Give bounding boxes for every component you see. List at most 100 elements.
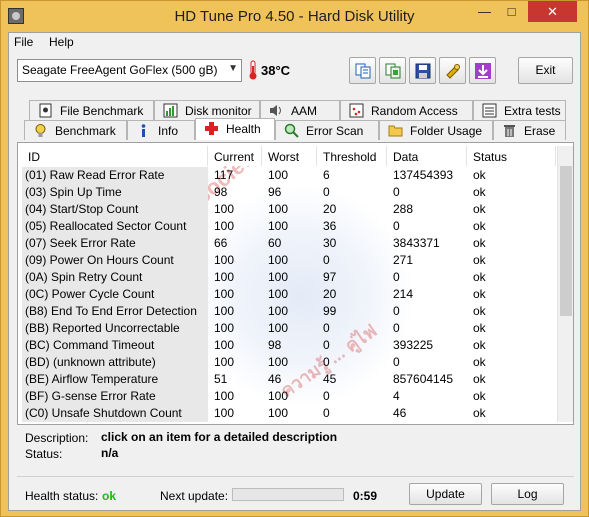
copy-info-button[interactable] [349, 57, 376, 84]
close-button[interactable]: ✕ [528, 1, 577, 22]
scrollbar-thumb[interactable] [560, 166, 572, 316]
table-row[interactable]: (05) Reallocated Sector Count 100 100 36 0 ok [22, 218, 556, 235]
trash-icon [504, 125, 515, 137]
worst-cell: 100 [268, 253, 289, 267]
tab-extra-tests[interactable]: Extra tests [473, 100, 566, 120]
update-button[interactable]: Update [409, 483, 482, 505]
threshold-cell: 36 [323, 219, 337, 233]
menu-file[interactable]: File [14, 35, 33, 49]
copy-screenshot-button[interactable] [379, 57, 406, 84]
table-row[interactable]: (BD) (unknown attribute) 100 100 0 0 ok [22, 354, 556, 371]
table-row[interactable]: (BE) Airflow Temperature 51 46 45 857604145 o… [22, 371, 556, 388]
description-value: click on an item for a detailed descript… [101, 430, 338, 444]
table-row[interactable]: (0A) Spin Retry Count 100 100 97 0 ok [22, 269, 556, 286]
table-row[interactable]: (03) Spin Up Time 98 96 0 0 ok [22, 184, 556, 201]
tab-health[interactable]: Health [195, 118, 275, 140]
drive-select[interactable]: Seagate FreeAgent GoFlex (500 gB) ▼ [17, 59, 242, 82]
worst-cell: 100 [268, 270, 289, 284]
title-bar[interactable]: HD Tune Pro 4.50 - Hard Disk Utility — □… [1, 1, 588, 32]
benchmark-icon [35, 124, 46, 137]
tab-error-scan[interactable]: Error Scan [275, 120, 379, 140]
status-cell: ok [473, 168, 486, 182]
drive-select-value: Seagate FreeAgent GoFlex (500 gB) [22, 63, 218, 77]
table-row[interactable]: (BB) Reported Uncorrectable Errors 100 100… [22, 320, 556, 349]
threshold-cell: 0 [323, 406, 330, 420]
tab-info[interactable]: Info [127, 120, 195, 140]
description-label: Description: [25, 431, 89, 445]
next-update-label: Next update: [160, 489, 229, 503]
chevron-down-icon: ▼ [228, 63, 238, 74]
smart-table[interactable]: Sat Society ความรู้ ... คู่ไฟ ID Current… [22, 146, 556, 422]
data-cell: 271 [393, 253, 414, 267]
tab-folder-usage[interactable]: Folder Usage [379, 120, 493, 140]
table-row[interactable]: (B8) End To End Error Detection 100 100 99 0… [22, 303, 556, 320]
table-row[interactable]: (07) Seek Error Rate 66 60 30 3843371 ok [22, 235, 556, 252]
status-cell: ok [473, 270, 486, 284]
current-cell: 100 [214, 304, 235, 318]
tab-disk-monitor[interactable]: Disk monitor [154, 100, 260, 120]
data-cell: 46 [393, 406, 407, 420]
magnifier-icon [284, 123, 299, 138]
status-label: Status: [25, 447, 63, 461]
current-cell: 100 [214, 253, 235, 267]
current-cell: 100 [214, 406, 235, 420]
client-area: File Help Seagate FreeAgent GoFlex (500 … [8, 32, 581, 511]
download-button[interactable] [469, 57, 496, 84]
current-cell: 100 [214, 321, 235, 335]
table-row[interactable]: (BC) Command Timeout 100 98 0 393225 ok [22, 337, 556, 354]
exit-button[interactable]: Exit [518, 57, 573, 84]
maximize-button[interactable]: □ [498, 1, 525, 22]
current-cell: 100 [214, 355, 235, 369]
current-cell: 100 [214, 202, 235, 216]
data-cell: 0 [393, 355, 400, 369]
options-button[interactable] [439, 57, 466, 84]
tab-benchmark[interactable]: Benchmark [24, 120, 127, 140]
attribute-id-cell: (BD) (unknown attribute) [22, 354, 208, 371]
current-cell: 100 [214, 287, 235, 301]
copy-info-icon [355, 63, 371, 79]
save-button[interactable] [409, 57, 436, 84]
threshold-cell: 0 [323, 338, 330, 352]
tab-aam[interactable]: AAM [260, 100, 340, 120]
col-header-worst[interactable]: Worst [262, 146, 317, 166]
attribute-id-cell: (BE) Airflow Temperature [22, 371, 208, 388]
col-header-id[interactable]: ID [22, 146, 208, 166]
menu-help[interactable]: Help [49, 35, 74, 49]
minimize-button[interactable]: — [471, 1, 498, 22]
info-icon [141, 124, 146, 137]
table-row[interactable]: (04) Start/Stop Count 100 100 20 288 ok [22, 201, 556, 218]
log-button[interactable]: Log [491, 483, 564, 505]
status-cell: ok [473, 355, 486, 369]
next-update-countdown: 0:59 [353, 489, 378, 503]
col-header-threshold[interactable]: Threshold [317, 146, 387, 166]
tab-erase[interactable]: Erase [493, 120, 566, 140]
col-header-status[interactable]: Status [467, 146, 556, 166]
status-cell: ok [473, 406, 486, 420]
extra-tests-icon [482, 103, 497, 118]
app-window: HD Tune Pro 4.50 - Hard Disk Utility — □… [0, 0, 589, 517]
attribute-id-cell: (BF) G-sense Error Rate [22, 388, 208, 405]
current-cell: 100 [214, 338, 235, 352]
current-cell: 100 [214, 270, 235, 284]
attribute-id-cell: (B8) End To End Error Detection [22, 303, 208, 320]
threshold-cell: 20 [323, 202, 337, 216]
col-header-data[interactable]: Data [387, 146, 467, 166]
attribute-id-cell: (BB) Reported Uncorrectable Errors [22, 320, 208, 349]
tab-random-access[interactable]: Random Access [340, 100, 473, 120]
table-row[interactable]: (01) Raw Read Error Rate 117 100 6 137454393… [22, 167, 556, 184]
worst-cell: 46 [268, 372, 282, 386]
thermometer-icon [249, 60, 257, 80]
col-header-current[interactable]: Current [208, 146, 262, 166]
table-row[interactable]: (0C) Power Cycle Count 100 100 20 214 ok [22, 286, 556, 303]
table-row[interactable]: (09) Power On Hours Count 100 100 0 271 ok [22, 252, 556, 269]
vertical-scrollbar[interactable] [557, 146, 573, 422]
attribute-id-cell: (C0) Unsafe Shutdown Count [22, 405, 208, 422]
data-cell: 0 [393, 321, 400, 335]
tab-file-benchmark[interactable]: File Benchmark [29, 100, 154, 120]
table-row[interactable]: (C0) Unsafe Shutdown Count 100 100 0 46 ok [22, 405, 556, 422]
worst-cell: 100 [268, 219, 289, 233]
table-row[interactable]: (BF) G-sense Error Rate 100 100 0 4 ok [22, 388, 556, 405]
attribute-id-cell: (04) Start/Stop Count [22, 201, 208, 218]
update-progress-bar [232, 488, 344, 501]
status-cell: ok [473, 372, 486, 386]
